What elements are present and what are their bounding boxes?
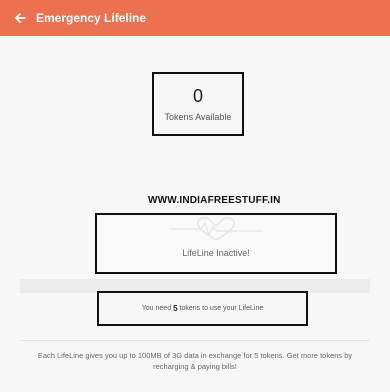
watermark-text: WWW.INDIAFREESTUFF.IN <box>148 195 281 206</box>
heart-pulse-icon <box>171 217 261 241</box>
screen: Emergency Lifeline 0 Tokens Available WW… <box>0 0 390 392</box>
requirement-prefix: You need <box>141 305 172 312</box>
divider <box>20 340 370 341</box>
token-count: 0 <box>192 86 203 106</box>
app-header: Emergency Lifeline <box>0 0 390 36</box>
requirement-suffix: tokens to use your LifeLine <box>179 305 264 312</box>
lifeline-info-text: Each LifeLine gives you up to 100MB of 3… <box>37 351 353 371</box>
page-title: Emergency Lifeline <box>36 11 147 25</box>
back-button[interactable] <box>4 0 36 36</box>
token-label: Tokens Available <box>164 112 232 122</box>
tokens-card: 0 Tokens Available <box>152 72 244 136</box>
token-requirement: You need 5 tokens to use your LifeLine <box>97 291 308 326</box>
requirement-count: 5 <box>173 304 178 313</box>
arrow-left-icon <box>15 13 26 23</box>
lifeline-status-card: LifeLine Inactive! <box>95 213 337 274</box>
lifeline-status: LifeLine Inactive! <box>182 248 250 258</box>
